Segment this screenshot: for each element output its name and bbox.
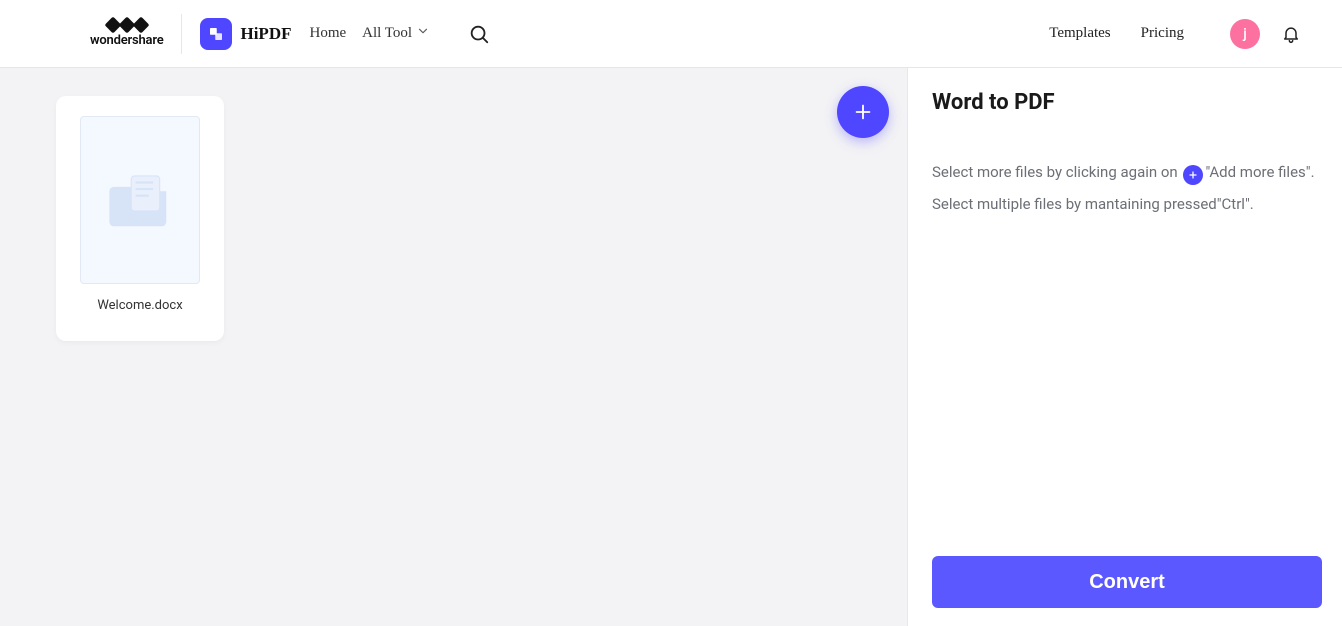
search-icon[interactable] — [468, 23, 490, 45]
header-bar: wondershare HiPDF Home All Tool Template… — [0, 0, 1342, 68]
file-card[interactable]: Welcome.docx — [56, 96, 224, 341]
convert-button[interactable]: Convert — [932, 556, 1322, 608]
hipdf-brand[interactable]: HiPDF — [200, 18, 291, 50]
nav-pricing[interactable]: Pricing — [1141, 25, 1184, 42]
folder-document-icon — [105, 165, 175, 235]
nav-templates[interactable]: Templates — [1049, 25, 1110, 42]
avatar[interactable]: j — [1230, 19, 1260, 49]
side-panel: Word to PDF Select more files by clickin… — [908, 68, 1342, 626]
file-thumbnail — [80, 116, 200, 284]
help-text-line2: Select multiple files by mantaining pres… — [932, 195, 1254, 213]
help-text: Select more files by clicking again on "… — [932, 157, 1322, 220]
inline-plus-icon — [1183, 165, 1203, 185]
main-workspace: Welcome.docx — [0, 68, 908, 626]
help-text-line1-prefix: Select more files by clicking again on — [932, 163, 1181, 181]
wondershare-logo-icon — [107, 19, 147, 31]
file-name: Welcome.docx — [97, 298, 182, 313]
nav-all-tool[interactable]: All Tool — [362, 24, 430, 43]
bell-icon[interactable] — [1280, 23, 1302, 45]
chevron-down-icon — [416, 24, 430, 43]
nav-home[interactable]: Home — [309, 25, 346, 42]
hipdf-logo-icon — [200, 18, 232, 50]
nav-all-tool-label: All Tool — [362, 25, 412, 42]
panel-title: Word to PDF — [932, 90, 1322, 115]
help-text-line1-suffix: "Add more files". — [1205, 163, 1314, 181]
plus-icon — [852, 101, 874, 123]
wondershare-logo-text: wondershare — [90, 33, 163, 48]
hipdf-brand-text: HiPDF — [240, 24, 291, 44]
wondershare-logo[interactable]: wondershare — [90, 14, 182, 54]
add-file-button[interactable] — [837, 86, 889, 138]
body: Welcome.docx Word to PDF Select more fil… — [0, 68, 1342, 626]
